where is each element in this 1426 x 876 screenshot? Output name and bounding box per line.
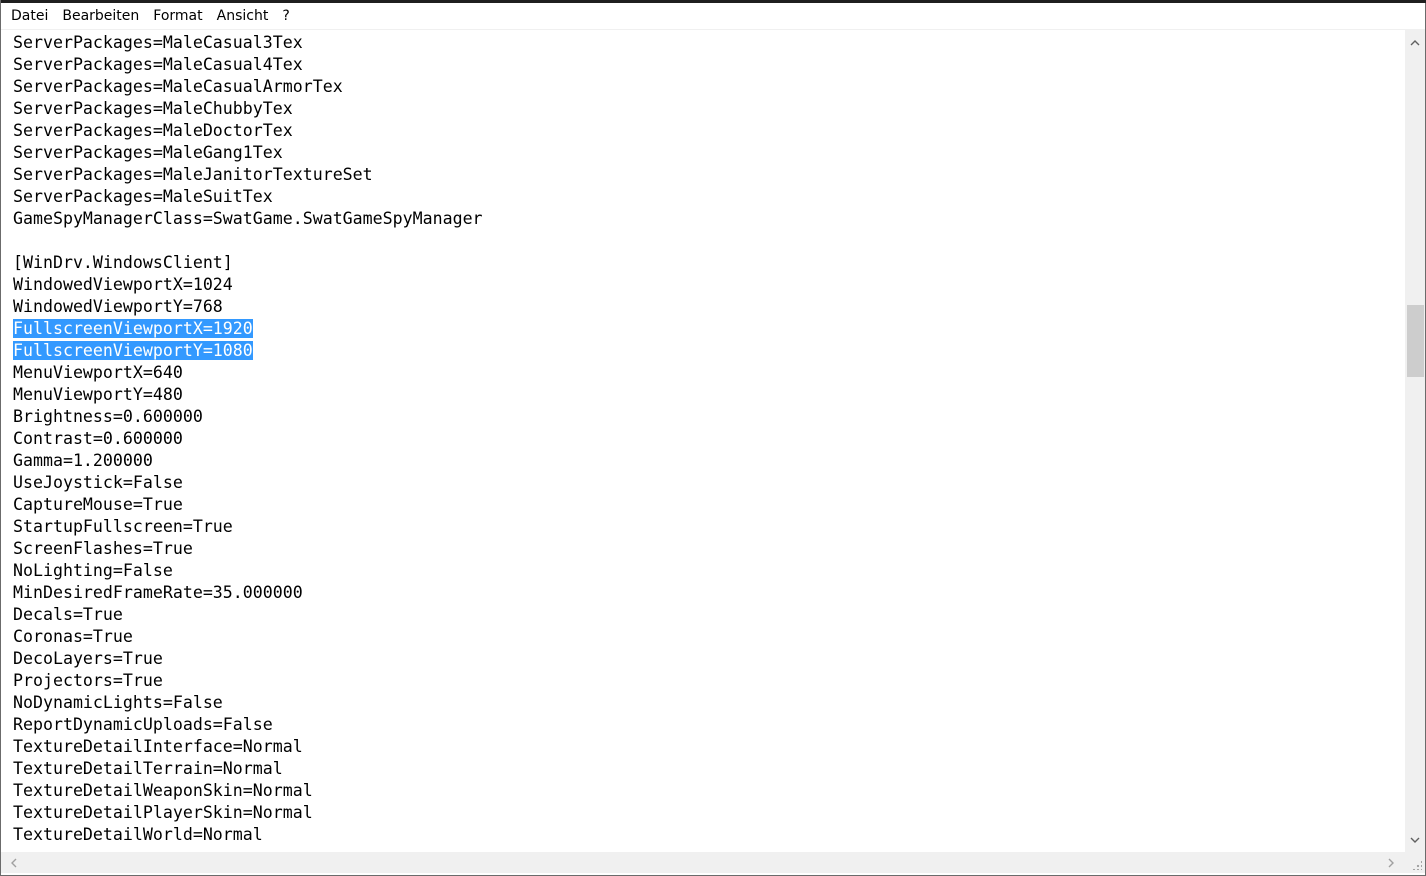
text-line[interactable]: MenuViewportY=480 [13,384,483,406]
line-text: UseJoystick=False [13,473,183,492]
text-line[interactable]: ServerPackages=MaleCasual3Tex [13,32,483,54]
text-line[interactable]: ServerPackages=MaleDoctorTex [13,120,483,142]
text-line[interactable]: MinDesiredFrameRate=35.000000 [13,582,483,604]
line-text: CaptureMouse=True [13,495,183,514]
line-text: ServerPackages=MaleCasualArmorTex [13,77,343,96]
chevron-right-icon[interactable] [1381,852,1401,873]
vertical-scrollbar[interactable] [1405,30,1425,852]
line-text: TextureDetailInterface=Normal [13,737,303,756]
line-text: ServerPackages=MaleCasual3Tex [13,33,303,52]
text-line[interactable]: Brightness=0.600000 [13,406,483,428]
line-text: ServerPackages=MaleDoctorTex [13,121,293,140]
text-line[interactable] [13,230,483,252]
line-text: NoLighting=False [13,561,173,580]
text-line[interactable]: FullscreenViewportX=1920 [13,318,483,340]
text-line[interactable]: StartupFullscreen=True [13,516,483,538]
line-text: Projectors=True [13,671,163,690]
text-line[interactable]: Contrast=0.600000 [13,428,483,450]
text-line[interactable]: GameSpyManagerClass=SwatGame.SwatGameSpy… [13,208,483,230]
menu-format[interactable]: Format [146,3,209,29]
line-text: Contrast=0.600000 [13,429,183,448]
line-text: ServerPackages=MaleSuitTex [13,187,273,206]
line-text: TextureDetailTerrain=Normal [13,759,283,778]
line-text: Gamma=1.200000 [13,451,153,470]
selected-text: FullscreenViewportY=1080 [13,341,253,360]
line-text: MinDesiredFrameRate=35.000000 [13,583,303,602]
text-line[interactable]: TextureDetailTerrain=Normal [13,758,483,780]
text-line[interactable]: DecoLayers=True [13,648,483,670]
selected-text: FullscreenViewportX=1920 [13,319,253,338]
horizontal-scrollbar[interactable] [1,852,1405,873]
line-text: [WinDrv.WindowsClient] [13,253,233,272]
text-line[interactable]: Coronas=True [13,626,483,648]
line-text: WindowedViewportX=1024 [13,275,233,294]
line-text: MenuViewportY=480 [13,385,183,404]
menu-view[interactable]: Ansicht [210,3,276,29]
text-line[interactable]: UseJoystick=False [13,472,483,494]
line-text: ServerPackages=MaleCasual4Tex [13,55,303,74]
text-line[interactable]: CaptureMouse=True [13,494,483,516]
text-line[interactable]: NoDynamicLights=False [13,692,483,714]
line-text: GameSpyManagerClass=SwatGame.SwatGameSpy… [13,209,483,228]
text-line[interactable]: ServerPackages=MaleGang1Tex [13,142,483,164]
text-line[interactable]: TextureDetailWeaponSkin=Normal [13,780,483,802]
chevron-left-icon[interactable] [3,852,23,873]
line-text: TextureDetailWeaponSkin=Normal [13,781,313,800]
menu-bar: Datei Bearbeiten Format Ansicht ? [1,3,1425,29]
menu-edit[interactable]: Bearbeiten [55,3,146,29]
text-line[interactable]: ReportDynamicUploads=False [13,714,483,736]
line-text: ScreenFlashes=True [13,539,193,558]
text-line[interactable]: Decals=True [13,604,483,626]
line-text: ServerPackages=MaleJanitorTextureSet [13,165,373,184]
line-text: ServerPackages=MaleChubbyTex [13,99,293,118]
resize-grip-icon[interactable] [1412,860,1422,870]
text-line[interactable]: MenuViewportX=640 [13,362,483,384]
line-text: WindowedViewportY=768 [13,297,223,316]
text-line[interactable]: TextureDetailWorld=Normal [13,824,483,846]
menu-help[interactable]: ? [275,3,296,29]
text-line[interactable]: ServerPackages=MaleChubbyTex [13,98,483,120]
text-line[interactable]: WindowedViewportY=768 [13,296,483,318]
line-text: MenuViewportX=640 [13,363,183,382]
line-text: Coronas=True [13,627,133,646]
text-content[interactable]: ServerPackages=MaleCasual3Tex ServerPacka… [13,32,483,846]
line-text: TextureDetailPlayerSkin=Normal [13,803,313,822]
scrollbar-corner [1405,852,1425,873]
text-line[interactable]: TextureDetailPlayerSkin=Normal [13,802,483,824]
line-text: ServerPackages=MaleGang1Tex [13,143,283,162]
text-line[interactable]: WindowedViewportX=1024 [13,274,483,296]
text-line[interactable]: Gamma=1.200000 [13,450,483,472]
text-line[interactable]: FullscreenViewportY=1080 [13,340,483,362]
chevron-down-icon[interactable] [1405,830,1425,850]
line-text: NoDynamicLights=False [13,693,223,712]
text-line[interactable]: NoLighting=False [13,560,483,582]
text-line[interactable]: ServerPackages=MaleSuitTex [13,186,483,208]
line-text: ReportDynamicUploads=False [13,715,273,734]
notepad-window: Datei Bearbeiten Format Ansicht ? Server… [0,0,1426,876]
line-text: TextureDetailWorld=Normal [13,825,263,844]
line-text: DecoLayers=True [13,649,163,668]
menu-file[interactable]: Datei [1,3,55,29]
text-editor[interactable]: ServerPackages=MaleCasual3Tex ServerPacka… [1,30,1405,852]
vertical-scroll-thumb[interactable] [1407,305,1424,377]
text-line[interactable]: ServerPackages=MaleJanitorTextureSet [13,164,483,186]
line-text: StartupFullscreen=True [13,517,233,536]
text-line[interactable]: TextureDetailInterface=Normal [13,736,483,758]
text-line[interactable]: [WinDrv.WindowsClient] [13,252,483,274]
line-text: Brightness=0.600000 [13,407,203,426]
line-text: Decals=True [13,605,123,624]
text-line[interactable]: ScreenFlashes=True [13,538,483,560]
text-line[interactable]: ServerPackages=MaleCasualArmorTex [13,76,483,98]
text-line[interactable]: Projectors=True [13,670,483,692]
chevron-up-icon[interactable] [1405,32,1425,52]
text-line[interactable]: ServerPackages=MaleCasual4Tex [13,54,483,76]
